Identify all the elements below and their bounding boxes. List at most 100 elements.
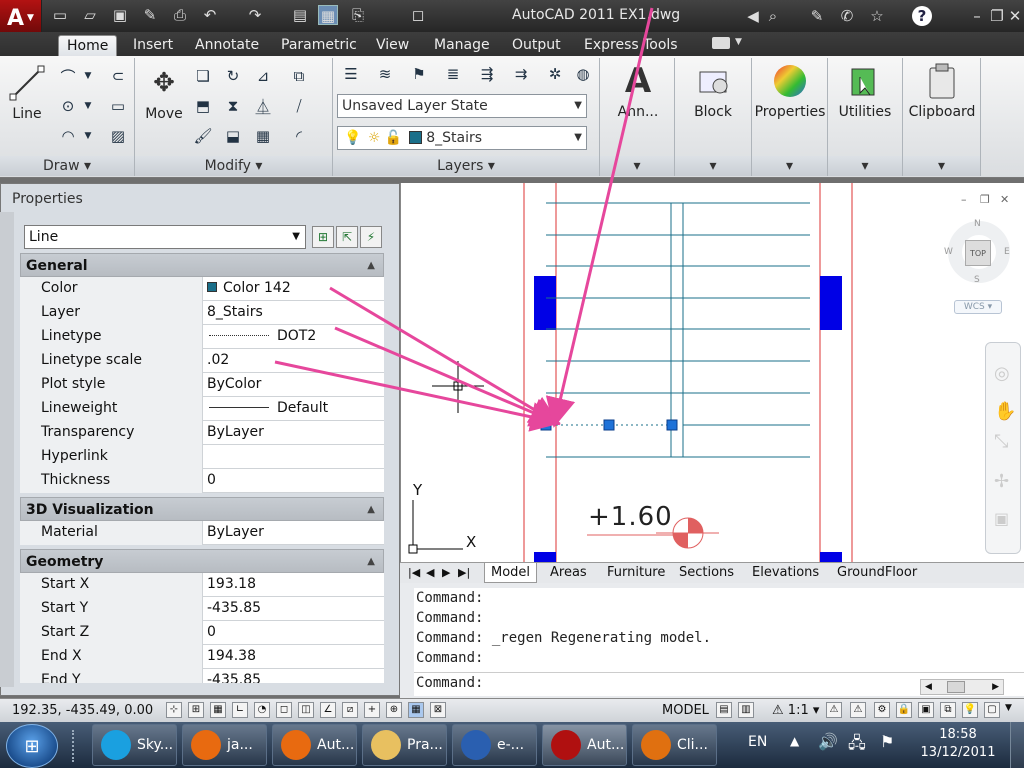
select-objects-icon[interactable]: ⇱ [336, 226, 358, 248]
property-value[interactable]: ByLayer [204, 421, 384, 445]
show-hidden-icons-icon[interactable]: ▲ [790, 734, 799, 748]
line-button[interactable]: Line [4, 64, 50, 122]
property-value[interactable]: Color 142 [204, 277, 384, 301]
property-value[interactable]: Default [204, 397, 384, 421]
trim-icon[interactable]: ⊿ [251, 64, 275, 88]
quick-view-drawings-icon[interactable]: ▥ [738, 702, 754, 718]
toggle-pickadd-icon[interactable]: ⊞ [312, 226, 334, 248]
showmotion-icon[interactable]: ▣ [994, 509, 1009, 528]
property-row-start-y[interactable]: Start Y -435.85 [20, 597, 384, 621]
scale-icon[interactable]: ⬓ [221, 124, 245, 148]
dynamic-input-icon[interactable]: ⧄ [342, 702, 358, 718]
layer-previous-icon[interactable]: ≣ [441, 62, 465, 86]
scroll-thumb[interactable] [947, 681, 965, 693]
system-clock[interactable]: 18:58 13/12/2011 [916, 726, 1000, 762]
taskbar-button[interactable]: Pra... [362, 724, 447, 766]
rectangle-icon[interactable]: ▭ [106, 94, 130, 118]
tab-express-tools[interactable]: Express Tools [576, 35, 686, 56]
property-row-color[interactable]: Color Color 142 [20, 277, 384, 301]
tab-home[interactable]: Home [58, 35, 118, 56]
property-row-end-x[interactable]: End X 194.38 [20, 645, 384, 669]
ribbon-minimize-icon[interactable] [712, 37, 730, 49]
new-file-icon[interactable]: ▭ [50, 5, 70, 25]
volume-icon[interactable]: 🔊 [818, 732, 838, 751]
viewcube-top-face[interactable]: TOP [965, 240, 991, 266]
mirror-icon[interactable]: ⧗ [221, 94, 245, 118]
object-snap-icon[interactable]: ◻ [276, 702, 292, 718]
zoom-icon[interactable]: ⤡ [994, 431, 1008, 452]
taskbar-button[interactable]: ja... [182, 724, 267, 766]
save-as-icon[interactable]: ✎ [140, 5, 160, 25]
layer-isolate-icon[interactable]: ⇶ [475, 62, 499, 86]
layer-unisolate-icon[interactable]: ⇉ [509, 62, 533, 86]
mirror-axis-icon[interactable]: ⏅ [251, 94, 275, 118]
block-expand-icon[interactable]: ▾ [675, 156, 751, 176]
property-row-hyperlink[interactable]: Hyperlink [20, 445, 384, 469]
properties-active-icon[interactable]: ▦ [318, 5, 338, 25]
fillet-icon[interactable]: ◜ [287, 124, 311, 148]
tab-insert[interactable]: Insert [125, 35, 181, 56]
object-snap-tracking-icon[interactable]: ◫ [298, 702, 314, 718]
steering-wheel-icon[interactable]: ◎ [994, 363, 1010, 384]
transparency-icon[interactable]: ⊕ [386, 702, 402, 718]
viewport-close-icon[interactable]: ✕ [1000, 193, 1009, 206]
properties-expand-icon[interactable]: ▾ [752, 156, 827, 176]
property-value[interactable]: 193.18 [204, 573, 384, 597]
annotation-visibility-icon[interactable]: ⚠ [826, 702, 842, 718]
object-type-select[interactable]: Line ▼ [24, 225, 306, 249]
clean-screen-icon[interactable]: ▢ [984, 702, 1000, 718]
annotation-button[interactable]: A Ann... [610, 61, 666, 120]
action-center-icon[interactable]: ⚑ [880, 732, 894, 751]
property-row-layer[interactable]: Layer 8_Stairs [20, 301, 384, 325]
section-3d-visualization[interactable]: 3D Visualization ▲ [20, 497, 384, 521]
array-icon[interactable]: ▦ [251, 124, 275, 148]
favorites-star-icon[interactable]: ☆ [866, 5, 888, 27]
property-value[interactable]: 8_Stairs [204, 301, 384, 325]
snap-mode-icon[interactable]: ⊞ [188, 702, 204, 718]
property-value[interactable]: 0 [204, 469, 384, 493]
scroll-left-icon[interactable]: ◀ [925, 680, 932, 694]
property-row-transparency[interactable]: Transparency ByLayer [20, 421, 384, 445]
plot-icon[interactable]: ⎙ [170, 5, 190, 25]
tab-parametric[interactable]: Parametric [273, 35, 365, 56]
hardware-acceleration-icon[interactable]: ▣ [918, 702, 934, 718]
layer-freeze-icon[interactable]: ✲ [543, 62, 567, 86]
taskbar-button[interactable]: Aut... [272, 724, 357, 766]
stretch-icon[interactable]: ⬒ [191, 94, 215, 118]
publish-icon[interactable]: ⎘ [348, 5, 368, 25]
quick-properties-icon[interactable]: ▦ [408, 702, 424, 718]
property-row-plot-style[interactable]: Plot style ByColor [20, 373, 384, 397]
hatch-icon[interactable]: ▨ [106, 124, 130, 148]
layer-state-icon[interactable]: ≋ [373, 62, 397, 86]
utilities-expand-icon[interactable]: ▾ [828, 156, 902, 176]
scroll-right-icon[interactable]: ▶ [992, 680, 999, 694]
redo-icon[interactable]: ↷ [245, 5, 265, 25]
layer-off-icon[interactable]: ◍ [571, 62, 595, 86]
application-menu-button[interactable]: A ▼ [0, 0, 42, 36]
tab-output[interactable]: Output [504, 35, 569, 56]
viewcube-north[interactable]: N [974, 219, 981, 229]
layers-panel-label[interactable]: Layers ▾ [333, 156, 599, 176]
chevron-down-icon[interactable]: ▼ [82, 64, 94, 88]
tab-manage[interactable]: Manage [426, 35, 498, 56]
layer-match-icon[interactable]: ⚑ [407, 62, 431, 86]
layout-tab-areas[interactable]: Areas [544, 563, 593, 583]
layout-tab-furniture[interactable]: Furniture [601, 563, 671, 583]
search-left-icon[interactable]: ◀ [742, 5, 764, 27]
break-icon[interactable]: ⧸ [287, 94, 311, 118]
network-icon[interactable]: 🖧 [848, 732, 866, 759]
wcs-menu[interactable]: WCS ▾ [954, 300, 1002, 314]
match-properties-icon[interactable]: 🖌 [191, 124, 215, 148]
property-row-start-z[interactable]: Start Z0 [20, 621, 384, 645]
taskbar-button[interactable]: e-... [452, 724, 537, 766]
workspace-icon[interactable]: ◻ [408, 5, 428, 25]
subscription-icon[interactable]: ✆ [836, 5, 858, 27]
command-scrollbar[interactable]: ◀ ▶ [920, 679, 1004, 695]
taskbar-button[interactable]: Cli... [632, 724, 717, 766]
isolate-objects-icon[interactable]: ⧉ [940, 702, 956, 718]
viewport-restore-icon[interactable]: ❐ [980, 193, 990, 206]
layout-tab-model[interactable]: Model [484, 563, 538, 583]
arc-icon[interactable]: ◠ [56, 124, 80, 148]
property-value[interactable]: 194.38 [204, 645, 384, 669]
last-layout-icon[interactable]: ▶| [452, 563, 476, 583]
